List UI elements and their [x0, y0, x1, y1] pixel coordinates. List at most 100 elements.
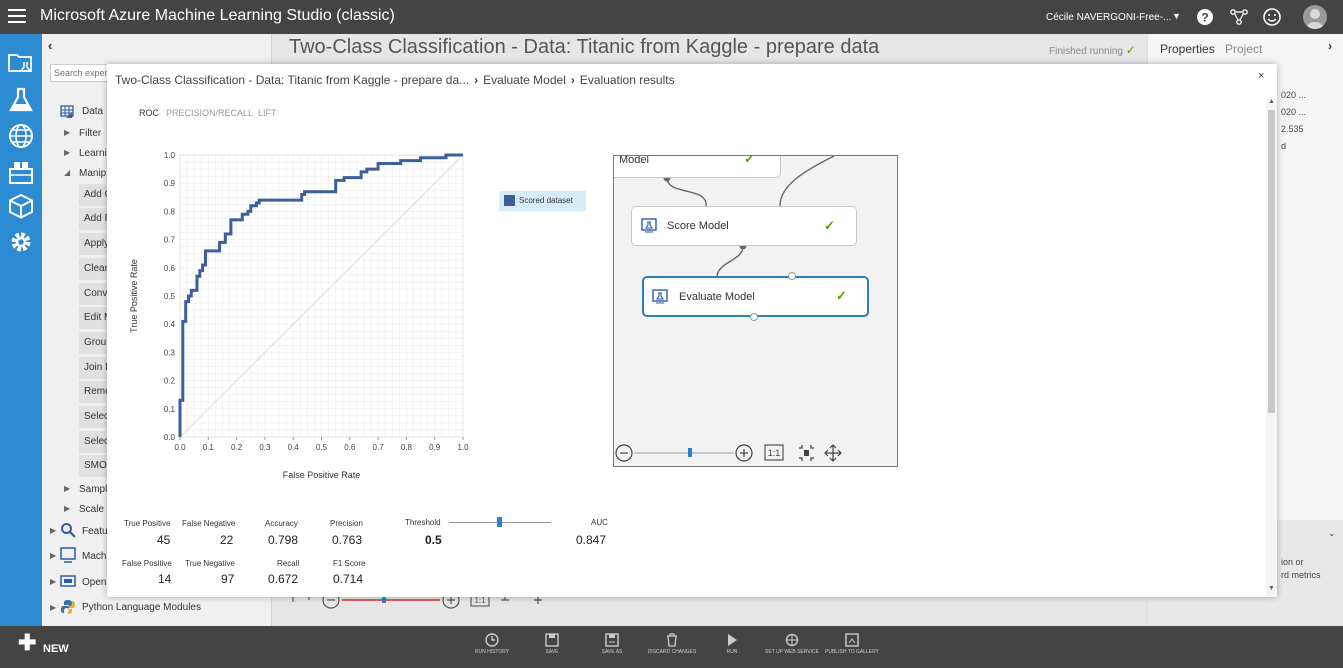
pan-icon[interactable]	[824, 444, 842, 462]
experiments-icon[interactable]	[7, 86, 35, 114]
fit-to-screen-icon[interactable]	[799, 445, 814, 461]
palette-category-sample[interactable]: Sampl	[79, 484, 107, 495]
search-icon	[61, 523, 76, 538]
help-icon[interactable]: ?	[1195, 7, 1215, 27]
experiment-graph-preview[interactable]: Model ✓ Score Model ✓ Evaluate Model ✓ 1…	[613, 155, 898, 467]
scroll-down-icon[interactable]: ▼	[1268, 585, 1275, 592]
true-positive-label: True Positive	[124, 519, 171, 528]
upstream-module[interactable]: Model ✓	[614, 156, 781, 178]
chevron-right-icon: ›	[570, 73, 575, 87]
threshold-slider-thumb[interactable]	[497, 517, 502, 527]
palette-category-learning[interactable]: Learni	[79, 148, 107, 159]
expand-arrow-icon[interactable]: ▶	[64, 484, 70, 493]
discard-changes-button[interactable]: DISCARD CHANGES	[642, 633, 702, 655]
palette-category-filter[interactable]: Filter	[79, 128, 101, 139]
palette-module[interactable]: Conv	[79, 283, 109, 305]
expand-arrow-icon[interactable]: ▶	[50, 603, 56, 612]
palette-module[interactable]: Selec	[79, 431, 109, 453]
scroll-up-icon[interactable]: ▲	[1268, 98, 1275, 105]
breadcrumb: Two-Class Classification - Data: Titanic…	[115, 73, 675, 87]
palette-module[interactable]: Add C	[79, 184, 109, 206]
expand-arrow-icon[interactable]: ▶	[64, 504, 70, 513]
x-tick-label: 0.8	[401, 443, 413, 452]
threshold-label: Threshold	[405, 518, 441, 527]
palette-module[interactable]: Grou	[79, 332, 109, 354]
graph-zoom-controls[interactable]: 1:1	[614, 440, 898, 467]
tab-precision-recall[interactable]: PRECISION/RECALL	[166, 108, 253, 118]
palette-module[interactable]: Add R	[79, 208, 109, 230]
tab-project[interactable]: Project	[1225, 42, 1262, 56]
publish-to-gallery-button[interactable]: PUBLISH TO GALLERY	[822, 633, 882, 655]
web-services-icon[interactable]	[7, 122, 35, 150]
palette-module[interactable]: SMOT	[79, 455, 109, 477]
palette-category-machine-learning[interactable]: Mach	[82, 551, 106, 562]
help-text: rd metrics	[1281, 570, 1321, 580]
palette-module[interactable]: Join D	[79, 357, 109, 379]
true-negative-label: True Negative	[185, 559, 235, 568]
menu-icon[interactable]	[8, 9, 26, 23]
y-tick-label: 0.2	[164, 377, 176, 386]
palette-module[interactable]: Remo	[79, 381, 109, 403]
expand-arrow-icon[interactable]: ▶	[50, 526, 56, 535]
evaluate-model-module[interactable]: Evaluate Model ✓	[642, 276, 869, 317]
module-icon	[641, 218, 657, 233]
x-tick-label: 0.7	[373, 443, 385, 452]
chevron-down-icon[interactable]: ▼	[1172, 11, 1181, 21]
experiment-title[interactable]: Two-Class Classification - Data: Titanic…	[289, 36, 879, 59]
palette-category-opencv[interactable]: Open	[82, 577, 106, 588]
smiley-icon[interactable]	[1262, 7, 1282, 27]
collapse-arrow-icon[interactable]: ◢	[64, 168, 70, 177]
tab-roc[interactable]: ROC	[139, 108, 159, 118]
breadcrumb-experiment[interactable]: Two-Class Classification - Data: Titanic…	[115, 73, 469, 87]
legend-item[interactable]: Scored dataset	[499, 191, 586, 211]
x-axis-label: False Positive Rate	[283, 470, 361, 480]
expand-arrow-icon[interactable]: ▶	[50, 577, 56, 586]
run-history-button[interactable]: RUN HISTORY	[462, 633, 522, 655]
projects-icon[interactable]	[7, 48, 35, 76]
collapse-panel-icon[interactable]: ›	[1328, 39, 1332, 53]
y-tick-label: 0.4	[164, 320, 176, 329]
palette-category-manipulation[interactable]: Manip	[79, 168, 106, 179]
settings-gear-icon[interactable]	[7, 228, 35, 256]
avatar[interactable]	[1303, 5, 1327, 29]
palette-category-python[interactable]: Python Language Modules	[82, 602, 201, 613]
scrollbar[interactable]: ▲ ▼	[1266, 98, 1277, 597]
tab-lift[interactable]: LIFT	[258, 108, 277, 118]
datasets-icon[interactable]	[7, 158, 35, 186]
set-up-web-service-button[interactable]: SET UP WEB SERVICE	[762, 633, 822, 655]
save-icon	[545, 633, 559, 647]
network-icon[interactable]	[1229, 7, 1249, 27]
expand-arrow-icon[interactable]: ▶	[64, 128, 70, 137]
run-status: Finished running ✓	[1049, 43, 1136, 57]
zoom-slider-thumb[interactable]	[688, 448, 692, 457]
legend-swatch	[504, 195, 515, 206]
x-tick-label: 1.0	[457, 443, 469, 452]
save-as-button[interactable]: SAVE AS	[582, 633, 642, 655]
palette-module[interactable]: Apply	[79, 233, 109, 255]
chevron-down-icon[interactable]: ⌄	[1328, 528, 1336, 539]
palette-module[interactable]: Selec	[79, 406, 109, 428]
web-service-icon	[785, 633, 799, 647]
score-model-module[interactable]: Score Model ✓	[631, 206, 857, 246]
close-icon[interactable]: ×	[1258, 70, 1264, 82]
top-bar: Microsoft Azure Machine Learning Studio …	[0, 0, 1343, 34]
tab-properties[interactable]: Properties	[1160, 42, 1215, 56]
palette-category-feature[interactable]: Featu	[82, 526, 108, 537]
palette-category-data[interactable]: Data	[82, 106, 103, 117]
y-tick-label: 0.1	[164, 405, 176, 414]
expand-arrow-icon[interactable]: ▶	[64, 148, 70, 157]
breadcrumb-module[interactable]: Evaluate Model	[483, 73, 566, 87]
expand-arrow-icon[interactable]: ▶	[50, 551, 56, 560]
false-positive-label: False Positive	[122, 559, 172, 568]
palette-module[interactable]: Clean	[79, 258, 109, 280]
scrollbar-thumb[interactable]	[1268, 110, 1275, 413]
user-name[interactable]: Cécile NAVERGONI-Free-...	[1046, 12, 1171, 23]
run-button[interactable]: RUN	[702, 633, 762, 655]
y-tick-label: 0.6	[164, 264, 176, 273]
palette-module[interactable]: Edit M	[79, 307, 109, 329]
evaluate-model-label: Evaluate Model	[679, 291, 755, 303]
save-button[interactable]: SAVE	[522, 633, 582, 655]
x-tick-label: 0.9	[429, 443, 441, 452]
trained-models-icon[interactable]	[7, 192, 35, 220]
collapse-palette-icon[interactable]: ‹	[48, 38, 52, 53]
